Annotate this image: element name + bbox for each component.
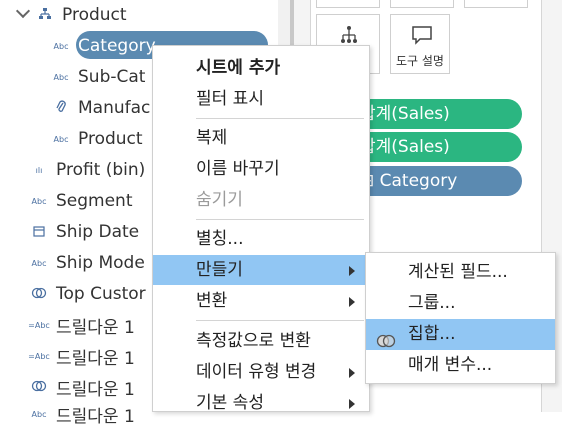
field-label: Ship Date [56, 222, 140, 242]
field-label: Category [78, 36, 156, 56]
field-label: Product [78, 129, 143, 149]
menu-item-label: 변환 [196, 291, 228, 311]
menu-item-add-to-sheet[interactable]: 시트에 추가 [153, 53, 369, 83]
field-label: 드릴다운 1 [56, 317, 135, 338]
hierarchy-icon [34, 7, 56, 24]
field-label: Top Custor [56, 284, 146, 304]
menu-item-label: 기본 속성 [196, 393, 264, 413]
submenu-item-calculated-field[interactable]: 계산된 필드... [366, 257, 555, 288]
field-item-profit-bin[interactable]: ılı Profit (bin) [28, 156, 146, 184]
menu-item-label: 만들기 [196, 260, 243, 280]
menu-separator [196, 118, 364, 119]
menu-item-default-properties[interactable]: 기본 속성 [153, 388, 369, 418]
field-label: Manufac [78, 98, 151, 118]
field-item-top-customers[interactable]: Top Custor [28, 280, 146, 308]
folder-product[interactable]: Product [34, 1, 127, 29]
menu-item-hide: 숨기기 [196, 190, 243, 210]
menu-item-duplicate[interactable]: 복제 [153, 123, 369, 153]
set-icon [28, 287, 50, 302]
field-label: Ship Mode [56, 253, 145, 273]
paperclip-icon [50, 99, 72, 117]
submenu-item-set[interactable]: 집합... [366, 319, 555, 350]
field-item-segment[interactable]: Abc Segment [28, 187, 133, 215]
field-item-drilldown-2[interactable]: =Abc 드릴다운 1 [28, 342, 135, 370]
abc-icon: Abc [53, 41, 69, 51]
bin-icon: ılı [35, 165, 43, 175]
field-item-ship-date[interactable]: Ship Date [28, 218, 139, 246]
field-item-product[interactable]: Abc Product [50, 125, 143, 153]
abc-icon: Abc [53, 134, 69, 144]
menu-item-create[interactable]: 만들기 [153, 255, 369, 285]
field-item-drilldown-4[interactable]: Abc 드릴다운 1 [28, 400, 135, 428]
abc-icon: =Abc [28, 320, 50, 330]
abc-icon: Abc [31, 409, 47, 419]
field-label: Profit (bin) [56, 160, 146, 180]
menu-item-transform[interactable]: 변환 [153, 286, 369, 316]
submenu-arrow-icon [349, 399, 355, 409]
tooltip-button[interactable]: 도구 설명 [390, 14, 450, 74]
field-label: 드릴다운 1 [56, 379, 135, 400]
tooltip-label: 도구 설명 [396, 54, 444, 68]
menu-item-label: 데이터 유형 변경 [196, 362, 317, 382]
chevron-down-icon[interactable] [15, 3, 31, 19]
submenu-item-label: 집합... [408, 324, 456, 344]
menu-item-change-data-type[interactable]: 데이터 유형 변경 [153, 357, 369, 387]
field-item-drilldown-1[interactable]: =Abc 드릴다운 1 [28, 311, 135, 339]
abc-icon: Abc [31, 196, 47, 206]
submenu-arrow-icon [349, 368, 355, 378]
field-item-category[interactable]: Abc Category [50, 32, 156, 60]
menu-item-rename[interactable]: 이름 바꾸기 [153, 154, 369, 184]
abc-icon: Abc [31, 258, 47, 268]
submenu-arrow-icon [349, 266, 355, 276]
folder-label: Product [62, 5, 127, 25]
menu-item-show-filter[interactable]: 필터 표시 [153, 84, 369, 114]
set-icon [376, 328, 396, 348]
submenu-arrow-icon [349, 297, 355, 307]
field-label: Sub-Cat [78, 67, 146, 87]
create-submenu: 계산된 필드... 그룹... 집합... 매개 변수... [365, 252, 556, 384]
abc-icon: =Abc [28, 351, 50, 361]
context-menu: 시트에 추가 필터 표시 복제 이름 바꾸기 숨기기 별칭... 만들기 변환 … [152, 45, 370, 413]
field-item-subcategory[interactable]: Abc Sub-Cat [50, 63, 146, 91]
abc-icon: Abc [53, 72, 69, 82]
calendar-icon [28, 225, 50, 240]
speech-bubble-icon [411, 25, 433, 49]
mark-button-top-2[interactable] [390, 0, 454, 8]
set-icon [28, 380, 50, 395]
mark-button-top-3[interactable] [464, 0, 528, 8]
field-item-drilldown-3[interactable]: 드릴다운 1 [28, 373, 135, 401]
menu-item-aliases[interactable]: 별칭... [153, 224, 369, 254]
field-label: 드릴다운 1 [56, 348, 135, 369]
submenu-item-group[interactable]: 그룹... [366, 288, 555, 319]
menu-separator [196, 320, 364, 321]
field-item-manufacturer[interactable]: Manufac [50, 94, 150, 122]
menu-separator [196, 219, 364, 220]
field-label: Segment [56, 191, 133, 211]
field-label: 드릴다운 1 [56, 406, 135, 427]
mark-button-top-1[interactable] [316, 0, 380, 8]
field-item-ship-mode[interactable]: Abc Ship Mode [28, 249, 145, 277]
submenu-item-parameter[interactable]: 매개 변수... [366, 350, 555, 381]
menu-item-convert-to-measure[interactable]: 측정값으로 변환 [153, 326, 369, 356]
